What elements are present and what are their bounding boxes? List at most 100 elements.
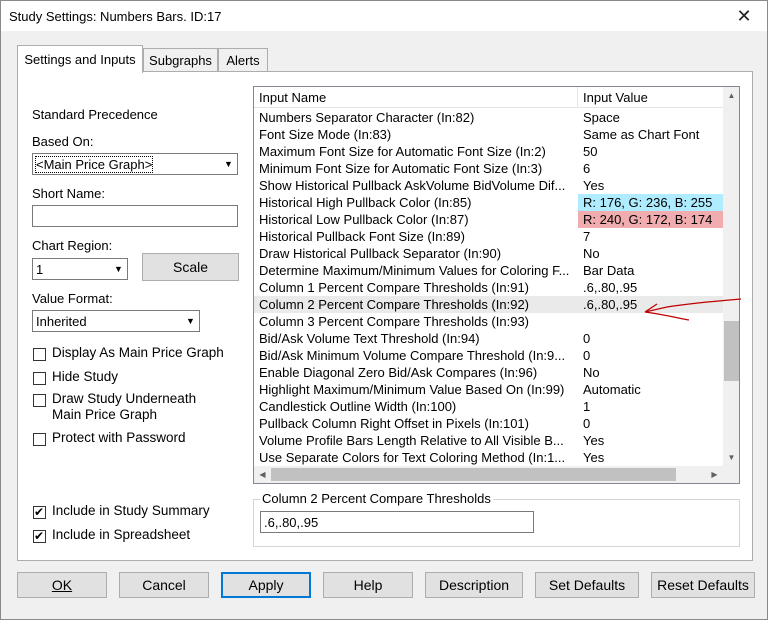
short-name-input[interactable] <box>32 205 238 227</box>
close-icon[interactable]: ✕ <box>721 1 767 31</box>
input-row[interactable]: Historical High Pullback Color (In:85) R:… <box>254 194 723 211</box>
study-settings-dialog: Study Settings: Numbers Bars. ID:17 ✕ Se… <box>0 0 768 620</box>
scroll-down-icon[interactable]: ▼ <box>723 449 739 466</box>
input-row[interactable]: Highlight Maximum/Minimum Value Based On… <box>254 381 723 398</box>
input-row[interactable]: Maximum Font Size for Automatic Font Siz… <box>254 143 723 160</box>
input-row[interactable]: Enable Diagonal Zero Bid/Ask Compares (I… <box>254 364 723 381</box>
input-row[interactable]: Use Separate Colors for Text Coloring Me… <box>254 449 723 466</box>
protect-with-password-checkbox[interactable]: Protect with Password <box>33 430 186 446</box>
input-name-cell: Column 3 Percent Compare Thresholds (In:… <box>259 314 529 329</box>
chart-region-dropdown[interactable]: 1 ▼ <box>32 258 128 280</box>
input-row[interactable]: Candlestick Outline Width (In:100) 1 <box>254 398 723 415</box>
input-row[interactable]: Volume Profile Bars Length Relative to A… <box>254 432 723 449</box>
input-name-header[interactable]: Input Name <box>259 90 326 105</box>
input-row[interactable]: Determine Maximum/Minimum Values for Col… <box>254 262 723 279</box>
value-format-label: Value Format: <box>32 291 113 306</box>
column-separator[interactable] <box>577 87 578 108</box>
checkbox-box[interactable] <box>33 372 46 385</box>
cancel-button[interactable]: Cancel <box>119 572 209 598</box>
checkbox-label: Include in Spreadsheet <box>52 527 191 542</box>
horizontal-scrollbar[interactable]: ◀ ▶ <box>254 466 723 483</box>
scale-button[interactable]: Scale <box>142 253 239 281</box>
set-defaults-label: Set Defaults <box>548 577 626 593</box>
checkbox-box[interactable]: ✔ <box>33 505 46 519</box>
input-value-cell[interactable]: 7 <box>578 228 723 245</box>
scroll-left-icon[interactable]: ◀ <box>254 466 271 483</box>
include-in-spreadsheet-checkbox[interactable]: ✔ Include in Spreadsheet <box>33 527 190 543</box>
chevron-down-icon: ▼ <box>186 316 195 326</box>
input-value-cell[interactable]: R: 240, G: 172, B: 174 <box>578 211 723 228</box>
help-button[interactable]: Help <box>323 572 413 598</box>
input-value-cell[interactable]: R: 176, G: 236, B: 255 <box>578 194 723 211</box>
hide-study-checkbox[interactable]: Hide Study <box>33 369 118 385</box>
input-value-cell[interactable]: Yes <box>578 449 723 466</box>
input-name-cell: Minimum Font Size for Automatic Font Siz… <box>259 161 543 176</box>
checkbox-label: Protect with Password <box>52 430 186 445</box>
chevron-down-icon: ▼ <box>114 264 123 274</box>
apply-label: Apply <box>248 577 284 593</box>
input-name-cell: Historical Low Pullback Color (In:87) <box>259 212 469 227</box>
input-name-cell: Candlestick Outline Width (In:100) <box>259 399 457 414</box>
input-value-cell[interactable]: Bar Data <box>578 262 723 279</box>
selected-input-value-field[interactable]: .6,.80,.95 <box>260 511 534 533</box>
apply-button[interactable]: Apply <box>221 572 311 598</box>
help-label: Help <box>353 577 383 593</box>
ok-button[interactable]: OK <box>17 572 107 598</box>
checkbox-label: Include in Study Summary <box>52 503 210 518</box>
input-row[interactable]: Numbers Separator Character (In:82) Space <box>254 109 723 126</box>
input-name-cell: Pullback Column Right Offset in Pixels (… <box>259 416 529 431</box>
input-row[interactable]: Bid/Ask Minimum Volume Compare Threshold… <box>254 347 723 364</box>
inputs-grid[interactable]: Input Name Input Value Numbers Separator… <box>253 86 740 484</box>
checkmark-icon: ✔ <box>34 505 45 519</box>
input-row[interactable]: Minimum Font Size for Automatic Font Siz… <box>254 160 723 177</box>
based-on-dropdown[interactable]: <Main Price Graph> ▼ <box>32 153 238 175</box>
set-defaults-button[interactable]: Set Defaults <box>535 572 639 598</box>
input-value-header[interactable]: Input Value <box>583 90 648 105</box>
tab-settings-and-inputs[interactable]: Settings and Inputs <box>17 45 143 73</box>
checkbox-box[interactable] <box>33 348 46 361</box>
input-value-cell[interactable]: Automatic <box>578 381 723 398</box>
display-as-main-price-graph-checkbox[interactable]: Display As Main Price Graph <box>33 345 224 361</box>
input-value-cell[interactable]: 0 <box>578 330 723 347</box>
input-value-cell[interactable]: 0 <box>578 415 723 432</box>
ok-label: OK <box>51 577 73 593</box>
scroll-thumb[interactable] <box>271 468 676 481</box>
input-name-cell: Draw Historical Pullback Separator (In:9… <box>259 246 502 261</box>
input-value-cell[interactable]: No <box>578 364 723 381</box>
vertical-scrollbar[interactable]: ▲ ▼ <box>723 87 739 466</box>
checkbox-box[interactable]: ✔ <box>33 529 46 543</box>
include-in-study-summary-checkbox[interactable]: ✔ Include in Study Summary <box>33 503 210 519</box>
scroll-thumb[interactable] <box>724 321 739 381</box>
input-value-cell[interactable]: Same as Chart Font <box>578 126 723 143</box>
input-value-cell[interactable]: 0 <box>578 347 723 364</box>
input-name-cell: Historical High Pullback Color (In:85) <box>259 195 472 210</box>
input-row[interactable]: Historical Pullback Font Size (In:89) 7 <box>254 228 723 245</box>
input-row[interactable]: Show Historical Pullback AskVolume BidVo… <box>254 177 723 194</box>
checkbox-box[interactable] <box>33 433 46 446</box>
input-value-cell[interactable]: No <box>578 245 723 262</box>
draw-study-underneath-checkbox[interactable]: Draw Study Underneath Main Price Graph <box>33 391 208 423</box>
tab-alerts[interactable]: Alerts <box>218 48 268 72</box>
scroll-right-icon[interactable]: ▶ <box>706 466 723 483</box>
value-format-dropdown[interactable]: Inherited ▼ <box>32 310 200 332</box>
scroll-up-icon[interactable]: ▲ <box>723 87 739 104</box>
input-row[interactable]: Draw Historical Pullback Separator (In:9… <box>254 245 723 262</box>
input-row[interactable]: Pullback Column Right Offset in Pixels (… <box>254 415 723 432</box>
input-row[interactable]: Bid/Ask Volume Text Threshold (In:94) 0 <box>254 330 723 347</box>
input-value-cell[interactable]: Yes <box>578 177 723 194</box>
tab-subgraphs[interactable]: Subgraphs <box>143 48 218 72</box>
input-name-cell: Show Historical Pullback AskVolume BidVo… <box>259 178 566 193</box>
input-row[interactable]: Font Size Mode (In:83) Same as Chart Font <box>254 126 723 143</box>
input-value-cell[interactable]: Space <box>578 109 723 126</box>
checkbox-box[interactable] <box>33 394 46 407</box>
input-value-cell[interactable]: 1 <box>578 398 723 415</box>
input-row[interactable]: Historical Low Pullback Color (In:87) R: … <box>254 211 723 228</box>
title-bar: Study Settings: Numbers Bars. ID:17 ✕ <box>1 1 767 31</box>
chevron-down-icon: ▼ <box>224 159 233 169</box>
reset-defaults-button[interactable]: Reset Defaults <box>651 572 755 598</box>
input-name-cell: Column 1 Percent Compare Thresholds (In:… <box>259 280 529 295</box>
input-value-cell[interactable]: 6 <box>578 160 723 177</box>
input-value-cell[interactable]: Yes <box>578 432 723 449</box>
input-value-cell[interactable]: 50 <box>578 143 723 160</box>
description-button[interactable]: Description <box>425 572 523 598</box>
